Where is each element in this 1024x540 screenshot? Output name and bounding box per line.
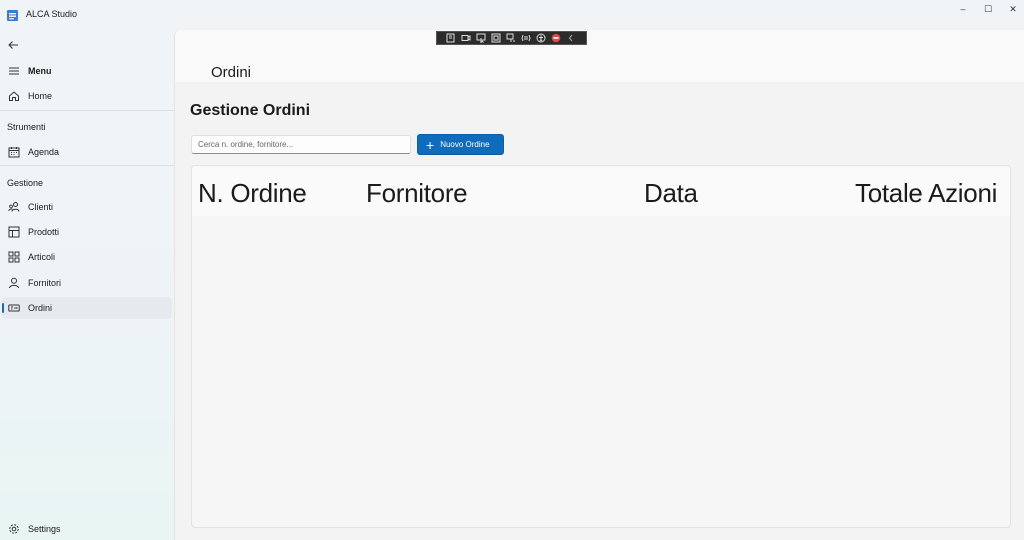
sidebar-item-label: Articoli — [28, 252, 56, 262]
sidebar-item-settings[interactable]: Settings — [2, 518, 172, 540]
accessibility-icon[interactable] — [535, 33, 546, 43]
sidebar-item-prodotti[interactable]: Prodotti — [2, 221, 172, 243]
navigation-sidebar: Menu Home Strumenti Agenda Gestione Clie… — [0, 30, 174, 540]
gestione-header: Gestione — [7, 178, 44, 188]
sidebar-item-label: Prodotti — [28, 227, 60, 237]
collapse-chevron-icon[interactable] — [565, 33, 576, 43]
live-tree-icon[interactable] — [445, 33, 456, 43]
column-header-fornitore[interactable]: Fornitore — [366, 178, 468, 209]
sidebar-item-label: Ordini — [28, 303, 53, 313]
search-input[interactable] — [191, 135, 411, 154]
home-icon — [9, 91, 19, 101]
sidebar-item-label: Settings — [28, 524, 61, 534]
new-order-button[interactable]: + Nuovo Ordine — [417, 134, 504, 155]
orders-table: N. Ordine Fornitore Data Totale Azioni — [191, 165, 1011, 528]
cart-icon — [8, 304, 20, 312]
strumenti-header: Strumenti — [7, 122, 46, 132]
maximize-button[interactable]: ☐ — [977, 3, 999, 15]
table-header: N. Ordine Fornitore Data Totale Azioni — [192, 166, 1010, 216]
track-focus-icon[interactable] — [505, 33, 516, 43]
person-icon — [9, 277, 19, 289]
close-button[interactable]: ✕ — [1002, 3, 1024, 15]
grid-icon — [8, 251, 20, 263]
app-logo-icon — [7, 10, 18, 21]
column-header-totale-azioni[interactable]: Totale Azioni — [855, 178, 997, 209]
back-arrow-icon[interactable] — [6, 39, 20, 51]
window-title: ALCA Studio — [26, 9, 78, 19]
column-header-n-ordine[interactable]: N. Ordine — [198, 178, 307, 209]
new-order-label: Nuovo Ordine — [440, 140, 490, 149]
main-content: Ordini Gestione Ordini + Nuovo Ordine N.… — [174, 30, 1024, 540]
page-title: Ordini — [211, 64, 252, 81]
minimize-button[interactable]: – — [952, 3, 974, 15]
sidebar-item-agenda[interactable]: Agenda — [2, 141, 172, 163]
sidebar-item-clienti[interactable]: Clienti — [2, 196, 172, 218]
people-icon — [8, 202, 20, 212]
layout-adorner-icon[interactable] — [490, 33, 501, 43]
debug-toolbar — [436, 31, 587, 45]
sidebar-divider — [0, 110, 174, 111]
hamburger-icon — [9, 67, 19, 75]
select-element-icon[interactable] — [475, 33, 486, 43]
sidebar-item-articoli[interactable]: Articoli — [2, 246, 172, 268]
sidebar-item-fornitori[interactable]: Fornitori — [2, 272, 172, 294]
sidebar-item-label: Clienti — [28, 202, 54, 212]
sidebar-item-ordini[interactable]: Ordini — [2, 297, 172, 319]
box-icon — [8, 226, 20, 238]
menu-label: Menu — [28, 66, 52, 76]
page-header: Ordini — [175, 30, 1024, 82]
sidebar-item-label: Agenda — [28, 147, 60, 157]
stop-icon[interactable] — [550, 33, 561, 43]
menu-toggle[interactable]: Menu — [2, 60, 172, 82]
binding-failures-icon[interactable] — [520, 33, 531, 43]
sidebar-item-home[interactable]: Home — [2, 85, 172, 107]
title-bar: ALCA Studio – ☐ ✕ — [0, 0, 1024, 30]
selection-indicator — [2, 303, 4, 313]
section-title: Gestione Ordini — [190, 102, 311, 119]
sidebar-divider — [0, 165, 174, 166]
plus-icon: + — [426, 136, 435, 153]
app-window: ALCA Studio – ☐ ✕ Menu Home Strumenti Ag… — [0, 0, 1024, 540]
sidebar-item-label: Fornitori — [28, 278, 62, 288]
video-icon[interactable] — [460, 33, 471, 43]
calendar-icon — [8, 147, 20, 158]
column-header-data[interactable]: Data — [644, 178, 698, 209]
gear-icon — [9, 524, 19, 534]
sidebar-item-label: Home — [28, 91, 53, 101]
